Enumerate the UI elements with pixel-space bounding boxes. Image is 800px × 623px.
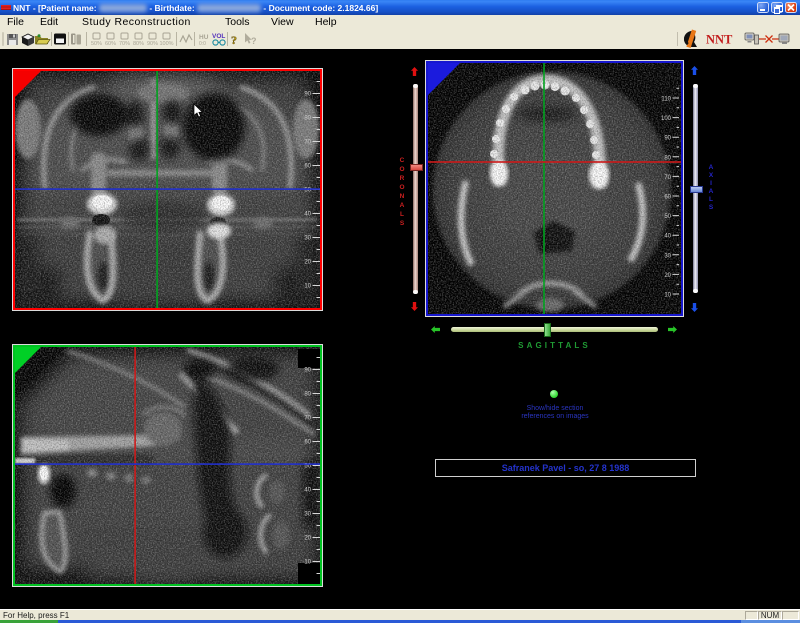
svg-text:NNT: NNT — [706, 33, 733, 47]
svg-text:30: 30 — [664, 253, 671, 259]
svg-text:HU: HU — [199, 34, 209, 41]
svg-text:60: 60 — [304, 440, 311, 446]
svg-text:110: 110 — [661, 97, 671, 103]
svg-text:60: 60 — [304, 164, 311, 170]
svg-text:50%: 50% — [91, 41, 102, 47]
svg-text:20: 20 — [664, 273, 671, 279]
svg-text:80: 80 — [304, 116, 311, 122]
svg-text:90: 90 — [304, 92, 311, 98]
svg-text:100%: 100% — [159, 41, 173, 47]
svg-text:20: 20 — [304, 536, 311, 542]
svg-text:40: 40 — [304, 212, 311, 218]
svg-text:VOL: VOL — [212, 33, 225, 40]
svg-text:90%: 90% — [147, 41, 158, 47]
svg-text:?: ? — [231, 33, 237, 47]
svg-text:10: 10 — [304, 284, 311, 290]
svg-text:70: 70 — [304, 416, 311, 422]
svg-text:70: 70 — [304, 140, 311, 146]
svg-text:60%: 60% — [105, 41, 116, 47]
svg-text:20: 20 — [304, 260, 311, 266]
svg-text:30: 30 — [304, 236, 311, 242]
svg-text:10: 10 — [304, 560, 311, 566]
svg-text:50: 50 — [664, 214, 671, 220]
svg-text:40: 40 — [664, 234, 671, 240]
svg-text:90: 90 — [304, 368, 311, 374]
svg-text:0:0: 0:0 — [199, 41, 206, 47]
svg-text:100: 100 — [661, 116, 672, 122]
svg-text:80%: 80% — [133, 41, 144, 47]
svg-text:70%: 70% — [119, 41, 130, 47]
svg-text:60: 60 — [664, 195, 671, 201]
svg-text:70: 70 — [664, 175, 671, 181]
svg-text:90: 90 — [664, 136, 671, 142]
svg-text:?: ? — [251, 36, 257, 46]
svg-text:40: 40 — [304, 488, 311, 494]
svg-text:10: 10 — [664, 293, 671, 299]
svg-text:80: 80 — [664, 155, 671, 161]
svg-text:80: 80 — [304, 392, 311, 398]
svg-text:30: 30 — [304, 512, 311, 518]
